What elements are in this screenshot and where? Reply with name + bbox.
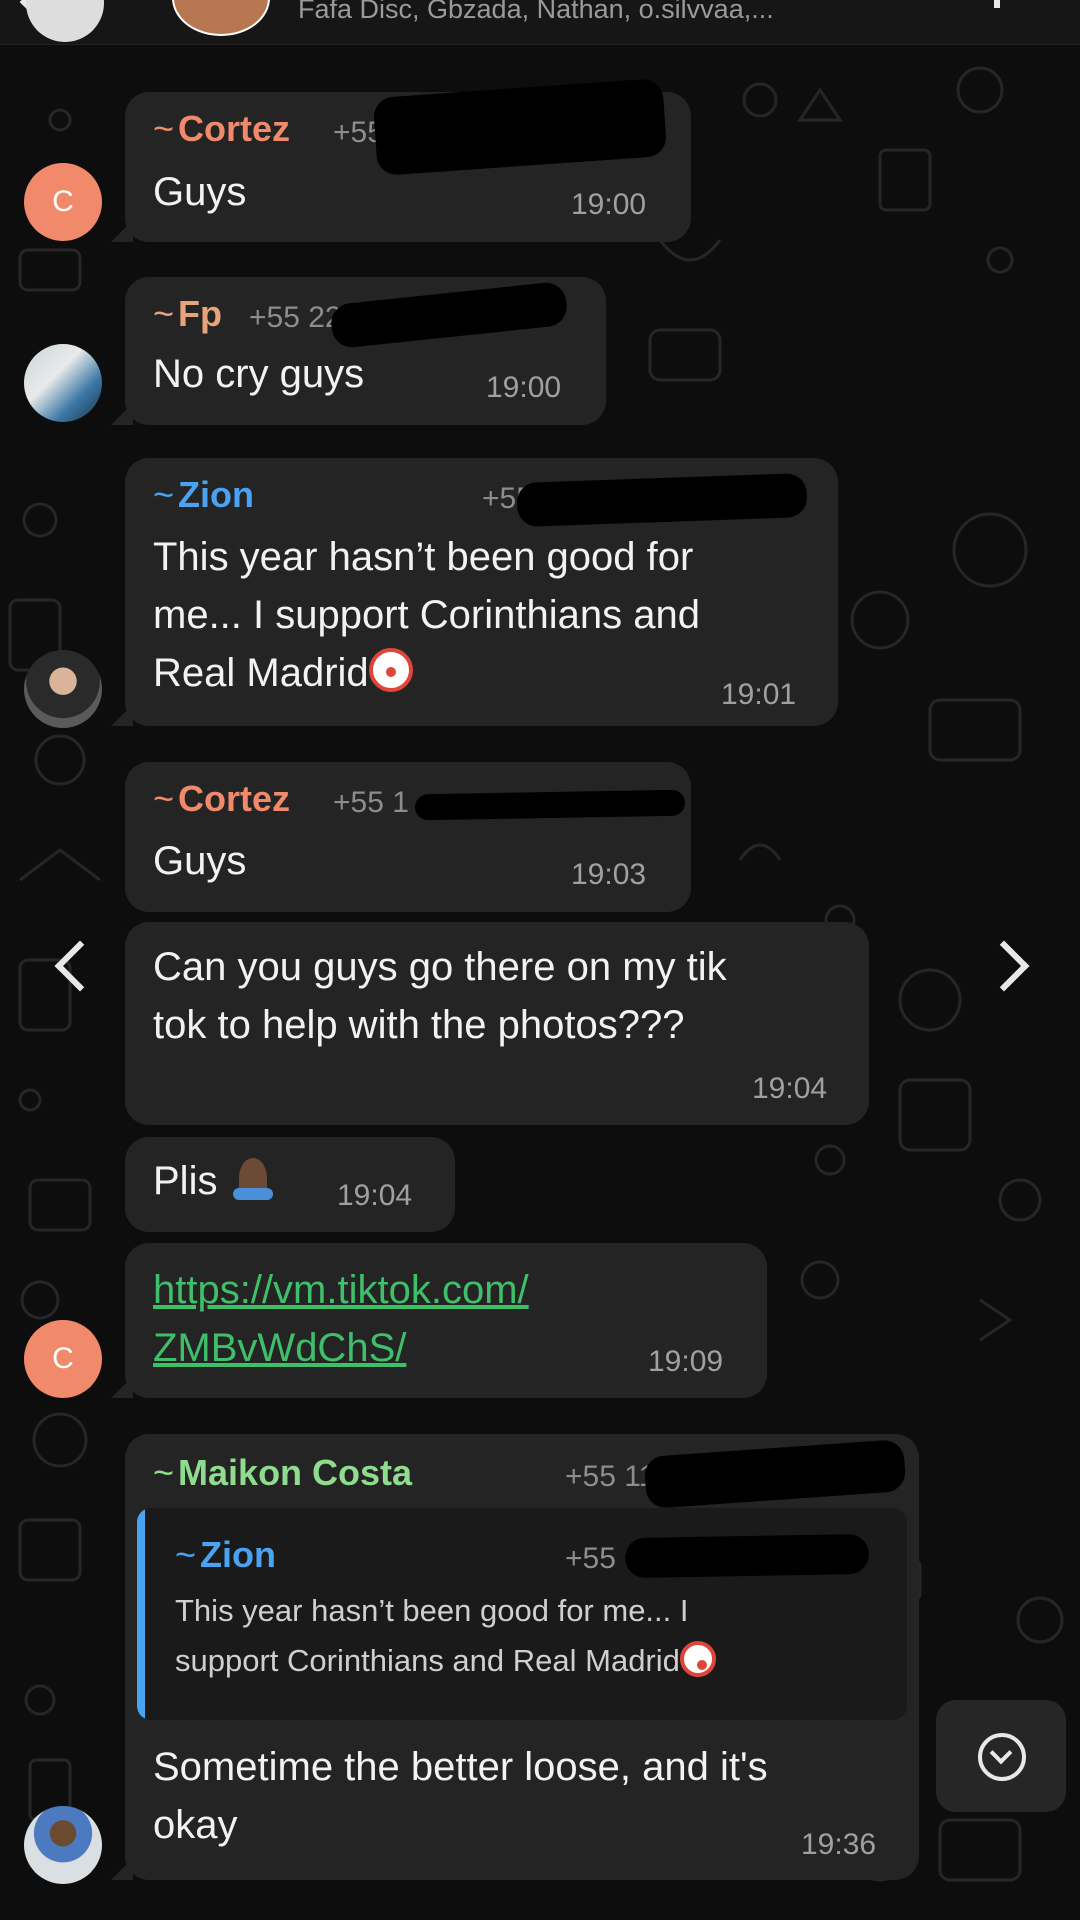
- quoted-text-line: This year hasn’t been good for me... I: [175, 1593, 689, 1628]
- avatar[interactable]: C: [24, 1320, 102, 1398]
- sender-name: ~ Zion: [153, 474, 255, 515]
- sender-name: ~ Fp: [153, 293, 223, 334]
- redaction-mark: [516, 472, 808, 528]
- message-text: Guys: [153, 839, 247, 883]
- message-bubble[interactable]: ~ Maikon Costa +55 11 ~ Zion +55 9 This ye…: [111, 1434, 919, 1880]
- message-text-line: Real Madrid: [153, 644, 413, 702]
- message-time: 19:03: [571, 858, 647, 891]
- message-time: 19:04: [752, 1072, 828, 1105]
- message-bubble[interactable]: Can you guys go there on my tik tok to h…: [125, 922, 869, 1125]
- avatar[interactable]: [24, 650, 102, 728]
- quoted-sender-name: ~ Zion: [175, 1534, 277, 1575]
- message-text-line: Can you guys go there on my tik: [153, 945, 727, 989]
- quoted-message[interactable]: ~ Zion +55 9 This year hasn’t been good f…: [137, 1508, 907, 1720]
- quote-bar: [137, 1508, 145, 1720]
- message-text: Guys: [153, 170, 247, 214]
- message-text-line: me... I support Corinthians and: [153, 593, 700, 637]
- quoted-text-line: support Corinthians and Real Madrid: [175, 1636, 716, 1686]
- message-bubble[interactable]: Plis 19:04: [125, 1137, 455, 1232]
- message-text-line: Sometime the better loose, and it's: [153, 1745, 768, 1789]
- message-text: Plis: [153, 1152, 277, 1210]
- message-link-line[interactable]: https://vm.tiktok.com/: [153, 1261, 529, 1319]
- sender-phone: +55 1: [333, 786, 409, 819]
- message-time: 19:09: [648, 1345, 724, 1378]
- praying-hands-emoji: [229, 1154, 277, 1202]
- message-text-line: tok to help with the photos???: [153, 1003, 685, 1047]
- message-bubble[interactable]: https://vm.tiktok.com/ ZMBvWdChS/ 19:09: [111, 1243, 767, 1398]
- redaction-mark: [643, 1438, 907, 1510]
- clown-emoji: [368, 648, 413, 692]
- message-link-line[interactable]: ZMBvWdChS/: [153, 1319, 406, 1377]
- message-text: No cry guys: [153, 352, 365, 396]
- avatar[interactable]: [24, 344, 102, 422]
- avatar[interactable]: [24, 1806, 102, 1884]
- sender-phone: +55 22: [249, 301, 342, 334]
- redaction-mark: [329, 280, 569, 350]
- message-text-line: This year hasn’t been good for: [153, 535, 694, 579]
- message-time: 19:00: [486, 371, 562, 404]
- group-members-subtitle[interactable]: Fafa Disc, Gbzada, Nathan, o.silvvaa,...: [298, 0, 774, 25]
- message-bubble[interactable]: ~ Zion +55 This year hasn’t been good for…: [111, 458, 838, 726]
- group-avatar[interactable]: [172, 0, 270, 36]
- redaction-mark: [624, 1533, 870, 1579]
- message-time: 19:04: [337, 1179, 413, 1212]
- sender-name: ~ Cortez: [153, 108, 291, 149]
- message-time: 19:01: [721, 678, 797, 711]
- redaction-mark: [372, 77, 668, 177]
- chat-header: Fafa Disc, Gbzada, Nathan, o.silvvaa,...: [0, 0, 1080, 45]
- redaction-mark: [414, 789, 686, 821]
- clown-emoji: [679, 1641, 716, 1677]
- sender-name: ~ Maikon Costa: [153, 1452, 413, 1493]
- message-bubble[interactable]: ~ Fp +55 22 No cry guys 19:00: [111, 277, 606, 425]
- sender-phone: +55 11: [565, 1460, 656, 1493]
- header-action-icon[interactable]: [994, 0, 1000, 8]
- message-time: 19:00: [571, 188, 647, 221]
- message-bubble[interactable]: ~ Cortez +55 1 Guys 19:03: [125, 762, 691, 912]
- avatar[interactable]: C: [24, 163, 102, 241]
- message-bubble[interactable]: ~ Cortez +55 1 Guys 19:00: [111, 77, 691, 242]
- scroll-down-button[interactable]: [936, 1700, 1066, 1812]
- message-text-line: okay: [153, 1803, 238, 1847]
- message-time: 19:36: [801, 1828, 877, 1861]
- sender-name: ~ Cortez: [153, 778, 291, 819]
